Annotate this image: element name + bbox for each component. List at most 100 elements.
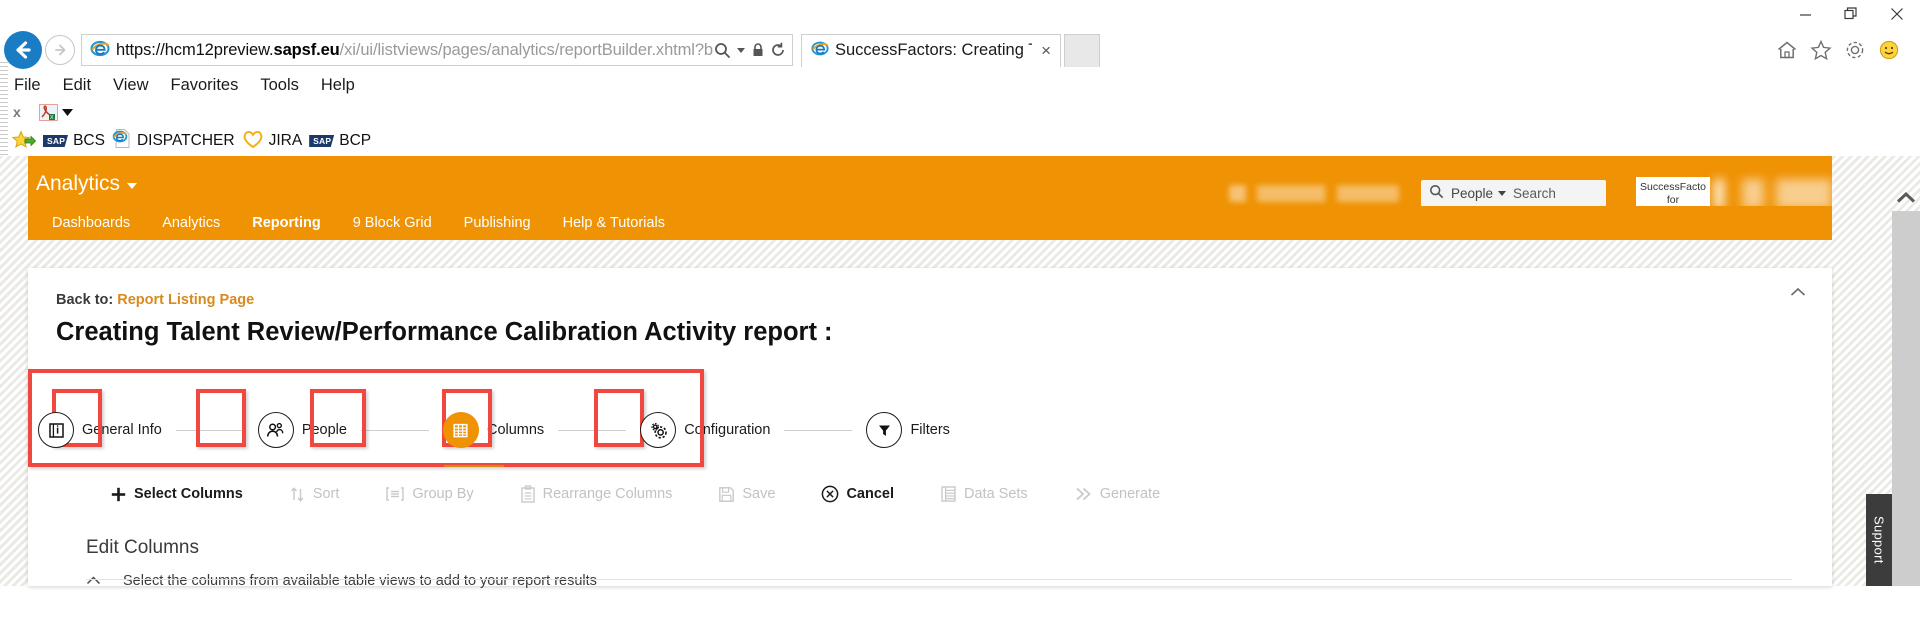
nav-item-help-and-tutorials[interactable]: Help & Tutorials <box>547 215 681 231</box>
lock-icon <box>751 42 765 58</box>
people-icon <box>257 412 294 448</box>
chevron-down-icon[interactable] <box>127 183 138 189</box>
select-columns-button[interactable]: Select Columns <box>110 486 243 503</box>
report-listing-page-link[interactable]: Report Listing Page <box>117 292 254 308</box>
sap-badge-icon: SAP <box>43 134 69 148</box>
menu-help[interactable]: Help <box>321 76 355 95</box>
tab-strip: SuccessFactors: Creating Tale... × <box>801 33 1776 67</box>
favorites-bar: SAP BCS DISPATCHER JIRA SAP BCP <box>0 126 1920 156</box>
gear-config-icon <box>640 412 677 448</box>
url-scheme: https:// <box>116 40 165 59</box>
rearrange-columns-button[interactable]: Rearrange Columns <box>520 485 673 503</box>
group-by-label: Group By <box>412 486 474 502</box>
nav-item-analytics[interactable]: Analytics <box>146 215 236 231</box>
section-divider <box>86 579 1792 580</box>
nav-item-reporting[interactable]: Reporting <box>236 215 336 231</box>
search-scope-selector[interactable]: People <box>1451 186 1507 201</box>
window-close-button[interactable] <box>1874 0 1920 28</box>
generate-label: Generate <box>1099 486 1161 502</box>
global-search[interactable]: People Search <box>1421 180 1606 207</box>
adobe-pdf-toolbar-icon[interactable]: X <box>38 103 74 121</box>
generate-button[interactable]: Generate <box>1074 486 1160 502</box>
smiley-feedback-icon[interactable] <box>1878 39 1900 61</box>
save-button[interactable]: Save <box>718 486 775 503</box>
group-by-button[interactable]: Group By <box>385 486 474 502</box>
grid-columns-icon <box>442 412 504 467</box>
browser-chrome: https://hcm12preview.sapsf.eu/xi/ui/list… <box>0 0 1920 156</box>
data-sets-button[interactable]: Data Sets <box>940 485 1028 503</box>
menu-view[interactable]: View <box>113 76 148 95</box>
wizard-connector <box>175 429 244 431</box>
rearrange-columns-label: Rearrange Columns <box>542 486 673 502</box>
sort-button[interactable]: Sort <box>289 486 340 503</box>
nav-item-dashboards[interactable]: Dashboards <box>36 215 146 231</box>
window-restore-button[interactable] <box>1828 0 1874 28</box>
card-collapse-toggle[interactable] <box>1790 284 1806 302</box>
ie-logo-icon <box>90 38 110 63</box>
address-bar[interactable]: https://hcm12preview.sapsf.eu/xi/ui/list… <box>81 34 793 66</box>
support-label: Support <box>1871 516 1887 564</box>
cancel-button[interactable]: Cancel <box>821 485 894 503</box>
refresh-icon[interactable] <box>770 42 786 58</box>
wizard-step-filters[interactable]: Filters <box>866 412 950 448</box>
select-columns-label: Select Columns <box>134 486 243 502</box>
funnel-filter-icon <box>866 412 903 448</box>
page-content: Back to: Report Listing Page Creating Ta… <box>28 256 1832 589</box>
url-host-prefix: hcm12preview. <box>164 40 274 59</box>
report-wizard-steps: General Info People Columns Configuratio… <box>28 369 1832 473</box>
app-title-area[interactable]: Analytics <box>28 156 138 196</box>
active-step-underline <box>443 464 504 467</box>
command-bar-close-icon[interactable]: x <box>13 104 21 120</box>
search-icon[interactable] <box>714 42 731 59</box>
nav-item-9-block-grid[interactable]: 9 Block Grid <box>337 215 448 231</box>
search-scope-label: People <box>1451 186 1494 201</box>
browser-tab[interactable]: SuccessFactors: Creating Tale... × <box>801 33 1061 67</box>
wizard-step-columns[interactable]: Columns <box>442 412 544 467</box>
wizard-step-general-info[interactable]: General Info <box>38 412 162 448</box>
annotation-box-people <box>196 389 246 447</box>
wizard-step-people[interactable]: People <box>257 412 347 448</box>
section-collapse-chevron-up-icon[interactable] <box>86 573 101 589</box>
menu-edit[interactable]: Edit <box>63 76 91 95</box>
back-arrow-icon[interactable] <box>4 31 42 69</box>
search-icon <box>1429 184 1444 204</box>
section-subheader: Select the columns from available table … <box>86 573 1832 589</box>
url-host: sapsf.eu <box>273 40 340 59</box>
favorite-dispatcher-label: DISPATCHER <box>136 132 235 149</box>
favorite-jira[interactable]: JIRA <box>242 129 302 154</box>
company-logo-redacted <box>1714 178 1832 209</box>
new-tab-button[interactable] <box>1064 33 1100 67</box>
nav-item-publishing[interactable]: Publishing <box>448 215 547 231</box>
tab-favicon-ie-logo-icon <box>811 39 829 62</box>
menu-favorites[interactable]: Favorites <box>171 76 239 95</box>
dropdown-caret-icon[interactable] <box>736 45 746 55</box>
sort-label: Sort <box>312 486 340 502</box>
app-nav-bar: Dashboards Analytics Reporting 9 Block G… <box>28 206 1832 240</box>
url-path: /xi/ui/listviews/pages/analytics/reportB… <box>339 40 714 59</box>
svg-text:X: X <box>50 115 54 121</box>
wizard-connector <box>558 429 627 431</box>
favorites-bar-add-icon[interactable] <box>12 130 36 152</box>
home-icon[interactable] <box>1776 39 1798 61</box>
section-heading: Edit Columns <box>86 537 199 558</box>
menu-file[interactable]: File <box>14 76 41 95</box>
search-input-placeholder[interactable]: Search <box>1513 186 1556 201</box>
scroll-up-button[interactable] <box>1892 184 1920 211</box>
favorites-star-icon[interactable] <box>1810 39 1832 61</box>
menu-tools[interactable]: Tools <box>260 76 299 95</box>
logo-line-1: SuccessFacto <box>1640 181 1706 194</box>
support-tab[interactable]: Support <box>1866 494 1892 586</box>
settings-gear-icon[interactable] <box>1844 39 1866 61</box>
wizard-step-configuration[interactable]: Configuration <box>640 412 770 448</box>
favorite-bcs-label: BCS <box>73 132 105 149</box>
page-scrollbar[interactable] <box>1892 211 1920 586</box>
tab-close-icon[interactable]: × <box>1038 42 1054 59</box>
report-toolbar: Select Columns Sort Group By Rearrange C… <box>110 477 1832 511</box>
favorite-bcp[interactable]: SAP BCP <box>309 132 371 150</box>
window-minimize-button[interactable] <box>1782 0 1828 28</box>
favorite-dispatcher[interactable]: DISPATCHER <box>112 128 235 154</box>
favorite-bcs[interactable]: SAP BCS <box>43 132 105 150</box>
cancel-label: Cancel <box>846 486 895 502</box>
successfactors-page: Analytics People Search SuccessFacto for <box>0 156 1920 589</box>
forward-arrow-icon[interactable] <box>45 35 75 65</box>
